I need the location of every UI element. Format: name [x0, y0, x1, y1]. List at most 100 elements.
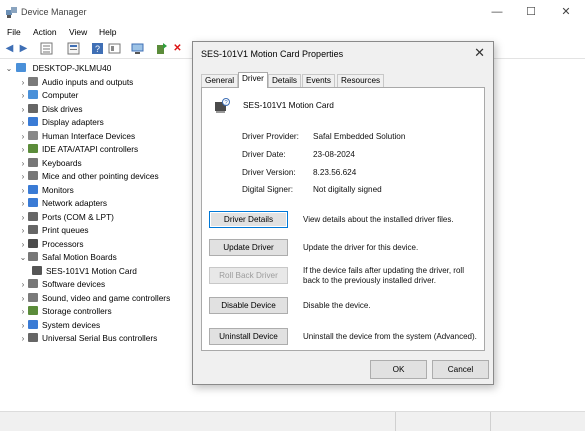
ok-button[interactable]: OK — [370, 360, 427, 379]
dialog-close-button[interactable]: ✕ — [474, 45, 485, 61]
tree-item[interactable]: SES-101V1 Motion Card — [32, 265, 137, 278]
maximize-button[interactable]: ☐ — [516, 3, 546, 21]
chevron-right-icon[interactable]: › — [18, 170, 28, 183]
tree-item-label: SES-101V1 Motion Card — [46, 265, 137, 276]
driver-details-desc: View details about the installed driver … — [303, 215, 454, 224]
ide-icon — [28, 144, 38, 153]
chevron-right-icon[interactable]: › — [18, 197, 28, 210]
tree-item[interactable]: › Monitors — [18, 184, 74, 197]
tree-item-label: Sound, video and game controllers — [42, 292, 171, 303]
chevron-right-icon[interactable]: › — [18, 319, 28, 332]
menu-help[interactable]: Help — [99, 27, 116, 37]
help-icon[interactable]: ? — [91, 42, 104, 55]
chevron-right-icon[interactable]: › — [18, 211, 28, 224]
roll-back-driver-desc: If the device fails after updating the d… — [303, 266, 464, 285]
tree-item[interactable]: › Processors — [18, 238, 84, 251]
tree-item[interactable]: › Network adapters — [18, 197, 107, 210]
close-button[interactable]: ✕ — [551, 3, 581, 21]
tree-item-label: Human Interface Devices — [42, 130, 136, 141]
scan-hardware-icon[interactable] — [131, 42, 144, 55]
chevron-right-icon[interactable]: › — [18, 157, 28, 170]
disable-device-button[interactable]: Disable Device — [209, 297, 288, 314]
tree-item-label: Software devices — [42, 279, 106, 289]
status-divider — [490, 412, 491, 431]
tree-item-label: Display adapters — [42, 117, 104, 127]
tree-root[interactable]: ⌄ DESKTOP-JKLMU40 — [4, 62, 111, 75]
chevron-right-icon[interactable]: › — [18, 76, 28, 89]
chevron-right-icon[interactable]: › — [18, 305, 28, 318]
tree-item[interactable]: › System devices — [18, 319, 100, 332]
tree-item[interactable]: › Computer — [18, 89, 78, 102]
update-driver-icon[interactable] — [155, 42, 168, 55]
uninstall-icon[interactable]: ✕ — [171, 42, 184, 55]
tab-resources[interactable]: Resources — [337, 74, 385, 87]
update-driver-button[interactable]: Update Driver — [209, 239, 288, 256]
tab-driver[interactable]: Driver — [238, 72, 268, 88]
tree-item-label: Network adapters — [42, 198, 108, 208]
driver-details-button[interactable]: Driver Details — [209, 211, 288, 228]
tree-root-label: DESKTOP-JKLMU40 — [32, 63, 112, 73]
menu-view[interactable]: View — [69, 27, 87, 37]
tree-item[interactable]: › Universal Serial Bus controllers — [18, 332, 157, 345]
menu-file[interactable]: File — [7, 27, 21, 37]
svg-text:?: ? — [95, 44, 100, 54]
chevron-right-icon[interactable]: › — [18, 332, 28, 345]
driver-provider-label: Driver Provider: — [242, 132, 299, 141]
tree-item-label: Storage controllers — [42, 306, 112, 316]
tab-details[interactable]: Details — [268, 74, 302, 87]
usb-icon — [28, 333, 38, 342]
tree-view-icon[interactable] — [40, 42, 53, 55]
forward-arrow-icon[interactable]: ▶ — [17, 42, 30, 55]
tree-item[interactable]: › Display adapters — [18, 116, 104, 129]
processor-icon — [28, 238, 38, 248]
tree-item[interactable]: › Ports (COM & LPT) — [18, 211, 114, 224]
tree-item[interactable]: › Print queues — [18, 224, 89, 237]
window-title: Device Manager — [21, 7, 87, 17]
chevron-right-icon[interactable]: › — [18, 292, 28, 305]
back-arrow-icon[interactable]: ◀ — [3, 42, 16, 55]
cancel-button[interactable]: Cancel — [432, 360, 489, 379]
tab-events[interactable]: Events — [302, 74, 336, 87]
status-bar — [0, 411, 585, 431]
menu-action[interactable]: Action — [33, 27, 57, 37]
tree-item[interactable]: › Mice and other pointing devices — [18, 170, 159, 183]
chevron-right-icon[interactable]: › — [18, 130, 28, 143]
uninstall-device-button[interactable]: Uninstall Device — [209, 328, 288, 345]
chevron-right-icon[interactable]: › — [18, 143, 28, 156]
tree-item[interactable]: › Audio inputs and outputs — [18, 76, 133, 89]
chevron-right-icon[interactable]: › — [18, 184, 28, 197]
chevron-right-icon[interactable]: › — [18, 116, 28, 129]
tree-item[interactable]: › Sound, video and game controllers — [18, 292, 170, 305]
tree-item[interactable]: › IDE ATA/ATAPI controllers — [18, 143, 138, 156]
tree-item[interactable]: › Storage controllers — [18, 305, 112, 318]
tree-item[interactable]: › Software devices — [18, 278, 105, 291]
title-bar: Device Manager — ☐ ✕ — [0, 0, 585, 26]
speaker-icon — [28, 76, 38, 86]
monitor-icon — [28, 184, 38, 194]
disk-icon — [28, 103, 38, 113]
chevron-right-icon[interactable]: › — [18, 224, 28, 237]
tree-item[interactable]: › Keyboards — [18, 157, 82, 170]
tree-item[interactable]: ⌄ Safal Motion Boards — [18, 251, 117, 264]
chevron-right-icon[interactable]: › — [18, 238, 28, 251]
properties-icon[interactable] — [67, 42, 80, 55]
minimize-button[interactable]: — — [482, 3, 512, 21]
tree-item[interactable]: › Human Interface Devices — [18, 130, 135, 143]
device-tree: ⌄ DESKTOP-JKLMU40 › Audio inputs and outp… — [0, 62, 192, 392]
chevron-right-icon[interactable]: › — [18, 278, 28, 291]
tab-general[interactable]: General — [201, 74, 239, 87]
software-icon — [28, 279, 38, 288]
tree-item-label: Monitors — [42, 184, 74, 195]
chevron-right-icon[interactable]: › — [18, 103, 28, 116]
chevron-down-icon[interactable]: ⌄ — [18, 251, 28, 264]
roll-back-driver-button[interactable]: Roll Back Driver — [209, 267, 288, 284]
board-icon — [28, 252, 38, 261]
disable-device-desc: Disable the device. — [303, 301, 371, 310]
tree-item-label: IDE ATA/ATAPI controllers — [42, 144, 139, 154]
properties-dialog: SES-101V1 Motion Card Properties ✕ Gener… — [192, 41, 494, 385]
chevron-right-icon[interactable]: › — [18, 89, 28, 102]
tree-item[interactable]: › Disk drives — [18, 103, 83, 116]
storage-icon — [28, 306, 38, 315]
view-icon[interactable] — [108, 42, 121, 55]
chevron-down-icon[interactable]: ⌄ — [4, 62, 14, 75]
